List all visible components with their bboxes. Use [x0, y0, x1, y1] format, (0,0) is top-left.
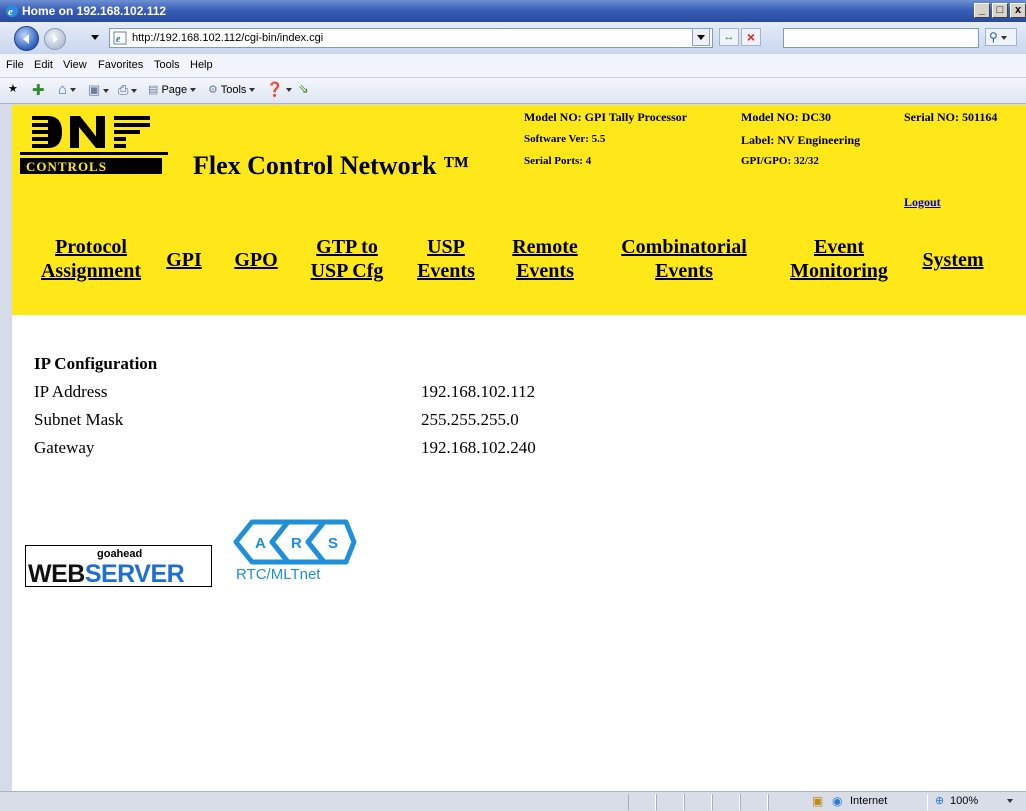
favorites-star-icon[interactable]: ★	[8, 82, 18, 96]
serial-number: Serial NO: 501164	[904, 110, 998, 124]
refresh-icon: ↔	[723, 31, 735, 43]
chevron-down-icon	[1000, 35, 1007, 40]
menu-view[interactable]: View	[63, 59, 87, 71]
close-button[interactable]: x	[1010, 3, 1026, 18]
forward-button[interactable]	[44, 28, 66, 50]
minimize-button[interactable]: _	[974, 3, 990, 18]
search-button[interactable]: ⚲	[985, 28, 1017, 46]
ip-address-label: IP Address	[34, 382, 108, 401]
zoom-dropdown-icon[interactable]	[1007, 799, 1013, 803]
browser-window: e Home on 192.168.102.112 _ □ x e http:/…	[0, 0, 1026, 811]
nav-gpo[interactable]: GPO	[233, 248, 279, 272]
url-dropdown-button[interactable]	[692, 28, 710, 46]
ip-config-title: IP Configuration	[34, 354, 158, 373]
logout-link[interactable]: Logout	[904, 195, 941, 210]
home-icon[interactable]: ⌂	[58, 81, 77, 98]
ip-address-value: 192.168.102.112	[421, 382, 536, 401]
nav-remote-events[interactable]: Remote Events	[504, 235, 586, 283]
forward-arrow-icon	[53, 35, 58, 43]
history-dropdown-icon[interactable]	[91, 35, 99, 40]
security-zone[interactable]: Internet	[850, 795, 887, 807]
stop-icon: ×	[746, 29, 756, 45]
status-bar: ▣ ◉ Internet ⊕ 100%	[0, 791, 1026, 811]
command-bar: ★ ✚ ⌂ ▣ ⎙ ▤ Page ⚙ Tools ❓ ⇘	[0, 78, 1026, 104]
menu-file[interactable]: File	[6, 59, 24, 71]
menu-favorites[interactable]: Favorites	[98, 59, 143, 71]
page-menu-icon: ▤	[148, 84, 159, 96]
add-favorites-icon[interactable]: ✚	[32, 81, 45, 99]
address-bar: e http://192.168.102.112/cgi-bin/index.c…	[0, 22, 1026, 54]
window-title: Home on 192.168.102.112	[22, 4, 167, 18]
menu-bar: File Edit View Favorites Tools Help	[0, 54, 1026, 78]
subnet-mask-value: 255.255.255.0	[421, 410, 519, 429]
help-icon[interactable]: ❓	[266, 81, 293, 98]
header-banner: CONTROLS Flex Control Network ™ Model NO…	[12, 105, 1026, 315]
svg-text:A: A	[255, 535, 266, 552]
model-no-label: Model NO: GPI Tally Processor	[524, 110, 688, 124]
ie-icon: e	[6, 5, 18, 18]
menu-edit[interactable]: Edit	[34, 59, 53, 71]
page-menu-button[interactable]: ▤ Page	[148, 83, 197, 96]
nav-gpi[interactable]: GPI	[166, 248, 202, 272]
svg-text:e: e	[8, 6, 13, 18]
refresh-button[interactable]: ↔	[719, 28, 739, 46]
zoom-level[interactable]: 100%	[950, 795, 978, 807]
ars-rtc-logo: A R S RTC/MLTnet	[230, 518, 360, 584]
zoom-icon: ⊕	[935, 795, 945, 807]
serial-ports: Serial Ports: 4	[524, 155, 592, 167]
window-frame-left	[0, 105, 12, 791]
url-text: http://192.168.102.112/cgi-bin/index.cgi	[132, 32, 324, 44]
svg-text:R: R	[291, 535, 302, 552]
nav-system[interactable]: System	[914, 248, 992, 272]
goahead-webserver-logo: goahead WEBSERVER	[25, 545, 212, 588]
page-icon: e	[113, 31, 127, 45]
back-arrow-icon	[23, 34, 29, 44]
nav-usp-events[interactable]: USP Events	[410, 235, 482, 283]
search-icon: ⚲	[989, 30, 998, 44]
menu-help[interactable]: Help	[190, 59, 213, 71]
menu-tools[interactable]: Tools	[154, 59, 180, 71]
subnet-mask-label: Subnet Mask	[34, 410, 124, 429]
dnf-controls-logo: CONTROLS	[20, 116, 168, 174]
protected-mode-icon[interactable]: ▣	[812, 794, 823, 808]
stop-button[interactable]: ×	[741, 28, 761, 46]
svg-text:CONTROLS: CONTROLS	[26, 159, 107, 174]
url-input[interactable]: e http://192.168.102.112/cgi-bin/index.c…	[109, 28, 713, 48]
software-version: Software Ver: 5.5	[524, 133, 606, 145]
model-no-dc30: Model NO: DC30	[741, 110, 831, 124]
device-label: Label: NV Engineering	[741, 133, 861, 147]
nav-combinatorial-events[interactable]: Combinatorial Events	[610, 235, 758, 283]
globe-icon: ◉	[832, 794, 843, 808]
print-icon[interactable]: ⎙	[118, 82, 138, 98]
nav-event-monitoring[interactable]: Event Monitoring	[782, 235, 896, 283]
back-button[interactable]	[14, 26, 39, 51]
maximize-button[interactable]: □	[992, 3, 1008, 18]
feeds-icon[interactable]: ▣	[88, 82, 110, 98]
gateway-value: 192.168.102.240	[421, 438, 536, 457]
research-icon[interactable]: ⇘	[298, 81, 309, 97]
nav-gtp-to-usp-cfg[interactable]: GTP to USP Cfg	[304, 235, 390, 283]
svg-text:e: e	[116, 34, 121, 45]
page-content: CONTROLS Flex Control Network ™ Model NO…	[12, 105, 1026, 791]
page-title: Flex Control Network ™	[193, 151, 470, 180]
tools-menu-button[interactable]: ⚙ Tools	[208, 83, 256, 96]
title-bar: e Home on 192.168.102.112 _ □ x	[0, 0, 1026, 22]
gpi-gpo-count: GPI/GPO: 32/32	[741, 155, 819, 167]
search-input[interactable]	[783, 28, 979, 48]
svg-text:S: S	[328, 535, 338, 552]
gateway-label: Gateway	[34, 438, 95, 457]
nav-protocol-assignment[interactable]: Protocol Assignment	[32, 235, 150, 283]
gear-icon: ⚙	[208, 84, 218, 96]
